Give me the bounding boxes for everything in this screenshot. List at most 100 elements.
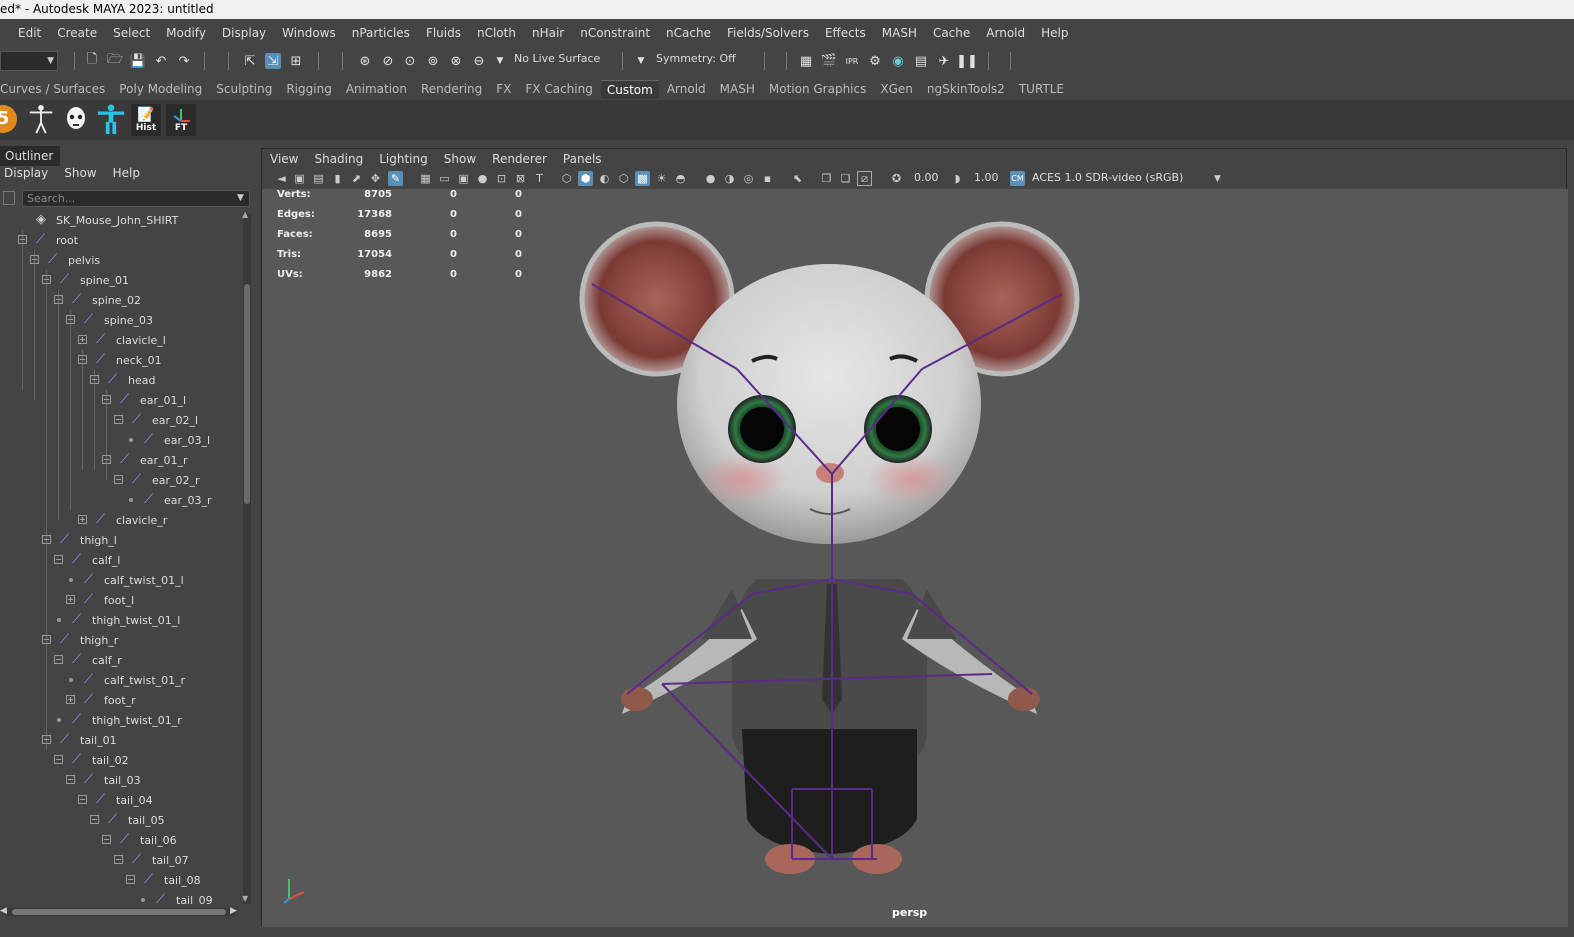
tab-poly-modeling[interactable]: Poly Modeling — [113, 80, 208, 98]
menu-fluids[interactable]: Fluids — [418, 26, 469, 40]
outliner-item[interactable]: ⟋ tail_01 — [60, 730, 117, 750]
safe-action-icon[interactable]: ⊠ — [513, 171, 528, 186]
outliner-item[interactable]: ⟋ clavicle_l — [96, 330, 166, 350]
exposure-icon[interactable]: ✪ — [889, 171, 904, 186]
arnold-render-icon[interactable]: ▤ — [913, 53, 929, 69]
menu-ncache[interactable]: nCache — [658, 26, 719, 40]
tree-expander-icon[interactable]: + — [78, 335, 87, 344]
outliner-item[interactable]: ⟋ spine_03 — [84, 310, 153, 330]
pause-icon[interactable]: ❚❚ — [956, 53, 978, 69]
menu-ncloth[interactable]: nCloth — [469, 26, 524, 40]
color-space-dropdown[interactable]: ACES 1.0 SDR-video (sRGB) — [1028, 170, 1228, 187]
tab-mash[interactable]: MASH — [714, 80, 761, 98]
symmetry-chevron-icon[interactable]: ▼ — [633, 53, 649, 69]
tree-expander-icon[interactable] — [69, 578, 73, 582]
xray-active-icon[interactable]: ⧄ — [857, 171, 872, 186]
menu-windows[interactable]: Windows — [274, 26, 344, 40]
outliner-item[interactable]: ⟋ tail_04 — [96, 790, 153, 810]
freeze-transform-icon[interactable]: FT — [166, 104, 196, 136]
image-plane-icon[interactable]: ▮ — [330, 171, 345, 186]
menu-create[interactable]: Create — [49, 26, 105, 40]
outliner-item[interactable]: ⟋ ear_02_l — [132, 410, 198, 430]
outliner-item[interactable]: ⟋ tail_07 — [132, 850, 189, 870]
menu-cache[interactable]: Cache — [925, 26, 978, 40]
gamma-icon[interactable]: ◗ — [950, 171, 965, 186]
menu-display[interactable]: Display — [214, 26, 274, 40]
outliner-menu-help[interactable]: Help — [113, 166, 140, 184]
xray-icon[interactable]: ❐ — [819, 171, 834, 186]
outliner-item[interactable]: ⟋ calf_r — [72, 650, 122, 670]
menu-help[interactable]: Help — [1033, 26, 1076, 40]
tab-turtle[interactable]: TURTLE — [1013, 80, 1070, 98]
snap-point-icon[interactable]: ⊙ — [402, 53, 418, 69]
exposure-field[interactable]: 0.00 — [910, 170, 944, 187]
tree-expander-icon[interactable]: − — [54, 655, 63, 664]
tree-expander-icon[interactable]: − — [78, 795, 87, 804]
snap-grid-icon[interactable]: ⊛ — [357, 53, 373, 69]
xray-joints-icon[interactable]: ❏ — [838, 171, 853, 186]
tree-expander-icon[interactable]: − — [114, 475, 123, 484]
outliner-item[interactable]: ⟋ calf_twist_01_r — [84, 670, 185, 690]
render-view-icon[interactable]: ▦ — [798, 53, 814, 69]
tree-expander-icon[interactable]: + — [66, 595, 75, 604]
outliner-menu-display[interactable]: Display — [4, 166, 48, 184]
outliner-item[interactable]: ⟋ head — [108, 370, 155, 390]
menu-modify[interactable]: Modify — [158, 26, 214, 40]
tpose-blue-icon[interactable] — [96, 104, 126, 134]
tab-curves-surfaces[interactable]: Curves / Surfaces — [0, 80, 111, 98]
color-management-icon[interactable]: CM — [1010, 171, 1025, 186]
resolution-gate-icon[interactable]: ▣ — [456, 171, 471, 186]
2d-pan-zoom-icon[interactable]: ⬈ — [349, 171, 364, 186]
menu-effects[interactable]: Effects — [817, 26, 874, 40]
tree-expander-icon[interactable] — [141, 898, 145, 902]
outliner-item[interactable]: ⟋ pelvis — [48, 250, 100, 270]
menu-mash[interactable]: MASH — [874, 26, 925, 40]
tab-fx[interactable]: FX — [490, 80, 517, 98]
shadows-icon[interactable]: ◓ — [673, 171, 688, 186]
menuset-dropdown[interactable]: ▼ — [0, 51, 58, 71]
motion-blur-icon[interactable]: ◑ — [722, 171, 737, 186]
scroll-right-arrow-icon[interactable]: ▶ — [230, 906, 237, 916]
gamma-field[interactable]: 1.00 — [970, 170, 1004, 187]
gate-mask-icon[interactable]: ● — [475, 171, 490, 186]
tree-expander-icon[interactable]: − — [54, 755, 63, 764]
outliner-item[interactable]: ⟋ thigh_r — [60, 630, 118, 650]
scroll-down-arrow-icon[interactable]: ▼ — [242, 894, 248, 903]
select-object-icon[interactable]: ⇲ — [265, 53, 281, 69]
tree-expander-icon[interactable] — [57, 618, 61, 622]
outliner-item[interactable]: ⟋ clavicle_r — [96, 510, 167, 530]
tab-sculpting[interactable]: Sculpting — [210, 80, 278, 98]
viewport-menu-shading[interactable]: Shading — [306, 152, 371, 166]
hypershade-icon[interactable]: ◉ — [890, 53, 906, 69]
tree-expander-icon[interactable]: − — [114, 855, 123, 864]
grease-pencil-icon[interactable]: ✥ — [368, 171, 383, 186]
search-options-chevron-icon[interactable]: ▼ — [237, 193, 244, 203]
python-5-icon[interactable]: 5 — [0, 104, 18, 134]
outliner-search-input[interactable]: Search... — [22, 190, 250, 207]
tree-expander-icon[interactable]: − — [66, 775, 75, 784]
open-scene-icon[interactable]: 🗁 — [107, 52, 123, 69]
scroll-up-arrow-icon[interactable]: ▲ — [242, 210, 248, 219]
tree-expander-icon[interactable] — [57, 718, 61, 722]
viewport-menu-renderer[interactable]: Renderer — [484, 152, 555, 166]
safe-title-icon[interactable]: T — [532, 171, 547, 186]
outliner-menu-show[interactable]: Show — [64, 166, 96, 184]
tab-arnold[interactable]: Arnold — [661, 80, 712, 98]
ambient-occlusion-icon[interactable]: ● — [703, 171, 718, 186]
outliner-item[interactable]: ⟋ thigh_twist_01_r — [72, 710, 182, 730]
bookmark-icon[interactable]: ▤ — [311, 171, 326, 186]
viewport-menu-view[interactable]: View — [262, 152, 306, 166]
save-scene-icon[interactable]: 💾 — [130, 53, 146, 69]
snap-options-chevron-icon[interactable]: ▼ — [492, 53, 508, 69]
mask-icon[interactable] — [61, 104, 91, 134]
snap-view-plane-icon[interactable]: ⊚ — [425, 53, 441, 69]
3d-scene-view[interactable]: Verts: 8705 0 0 Edges: 17368 0 0 Faces: … — [262, 189, 1568, 927]
outliner-item[interactable]: ⟋ neck_01 — [96, 350, 162, 370]
outliner-item[interactable]: ⟋ ear_03_r — [144, 490, 212, 510]
select-component-icon[interactable]: ⊞ — [288, 53, 304, 69]
outliner-item[interactable]: ⟋ spine_01 — [60, 270, 129, 290]
outliner-vscroll-thumb[interactable] — [244, 284, 250, 504]
lights-icon[interactable]: ☀ — [654, 171, 669, 186]
tree-expander-icon[interactable]: − — [54, 555, 63, 564]
outliner-item[interactable]: ⟋ ear_01_l — [120, 390, 186, 410]
